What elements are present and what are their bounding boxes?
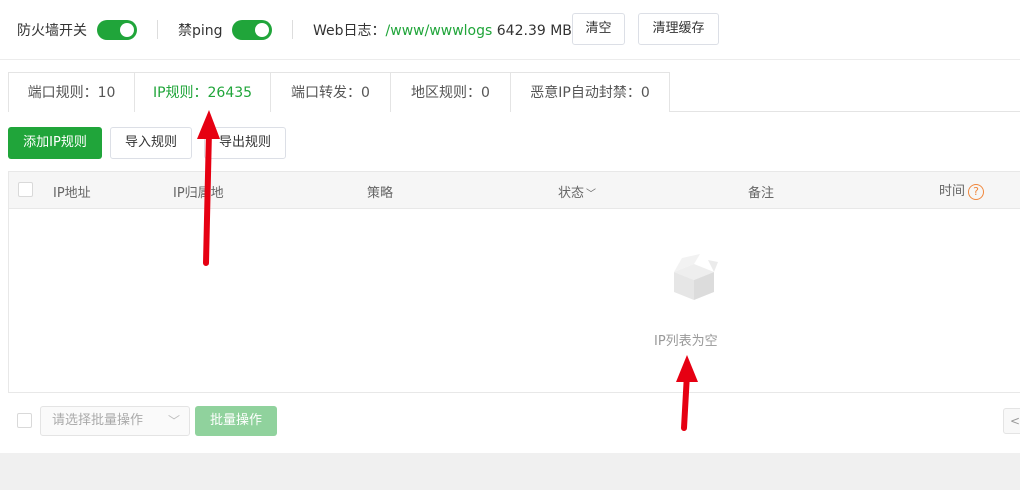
tab-malicious-ip-ban[interactable]: 恶意IP自动封禁：0 [510,72,670,112]
tab-region-rules[interactable]: 地区规则：0 [390,72,511,112]
clear-log-button[interactable]: 清空 [572,13,625,45]
firewall-switch-label: 防火墙开关 [17,23,87,39]
col-time-label: 时间 [939,184,966,199]
help-icon[interactable]: ? [968,183,985,200]
tab-port-rules[interactable]: 端口规则：10 [8,72,135,112]
weblog-size: 642.39 MB [496,23,572,39]
col-time: 时间? [939,180,985,200]
table-header: IP地址 IP归属地 策略 状态 ﹀ 备注 时间? [9,172,1020,209]
toolbar: 防火墙开关 禁ping Web日志：/www/wwwlogs 642.39 MB… [0,0,1020,60]
batch-operation-button[interactable]: 批量操作 [195,406,277,436]
annotation-arrow-icon [197,110,220,266]
add-ip-rule-button[interactable]: 添加IP规则 [8,127,102,159]
empty-box-icon [674,254,718,300]
tab-baseline [670,111,1020,112]
import-rules-button[interactable]: 导入规则 [110,127,192,159]
ping-toggle[interactable] [232,20,272,40]
toggle-knob [255,23,269,37]
col-status-label: 状态 [558,186,585,201]
pagination-prev-button[interactable]: < [1003,408,1020,434]
tab-port-forwarding[interactable]: 端口转发：0 [270,72,391,112]
weblog-label: Web日志： [313,23,386,39]
weblog-path-link[interactable]: /www/wwwlogs [386,23,493,39]
chevron-down-icon: ﹀ [586,189,597,200]
col-ip-address: IP地址 [53,186,91,201]
ip-rules-table: IP地址 IP归属地 策略 状态 ﹀ 备注 时间? [8,171,1020,393]
col-status[interactable]: 状态 ﹀ [558,182,596,201]
divider [157,20,158,39]
divider [292,20,293,39]
chevron-down-icon: ﹀ [167,414,180,428]
weblog-info: Web日志：/www/wwwlogs 642.39 MB [313,20,572,40]
ping-switch-label: 禁ping [178,23,223,39]
firewall-panel: 防火墙开关 禁ping Web日志：/www/wwwlogs 642.39 MB… [0,0,1020,453]
annotation-arrow-icon [676,355,698,431]
col-remark: 备注 [748,186,775,201]
select-all-checkbox[interactable] [18,182,33,197]
batch-operation-placeholder: 请选择批量操作 [52,413,144,428]
empty-state-text: IP列表为空 [654,334,718,349]
toggle-knob [120,23,134,37]
col-policy: 策略 [367,186,394,201]
clean-cache-button[interactable]: 清理缓存 [638,13,719,45]
footer-select-all-checkbox[interactable] [17,413,32,428]
firewall-toggle[interactable] [97,20,137,40]
batch-operation-select[interactable]: 请选择批量操作 ﹀ [40,406,190,436]
